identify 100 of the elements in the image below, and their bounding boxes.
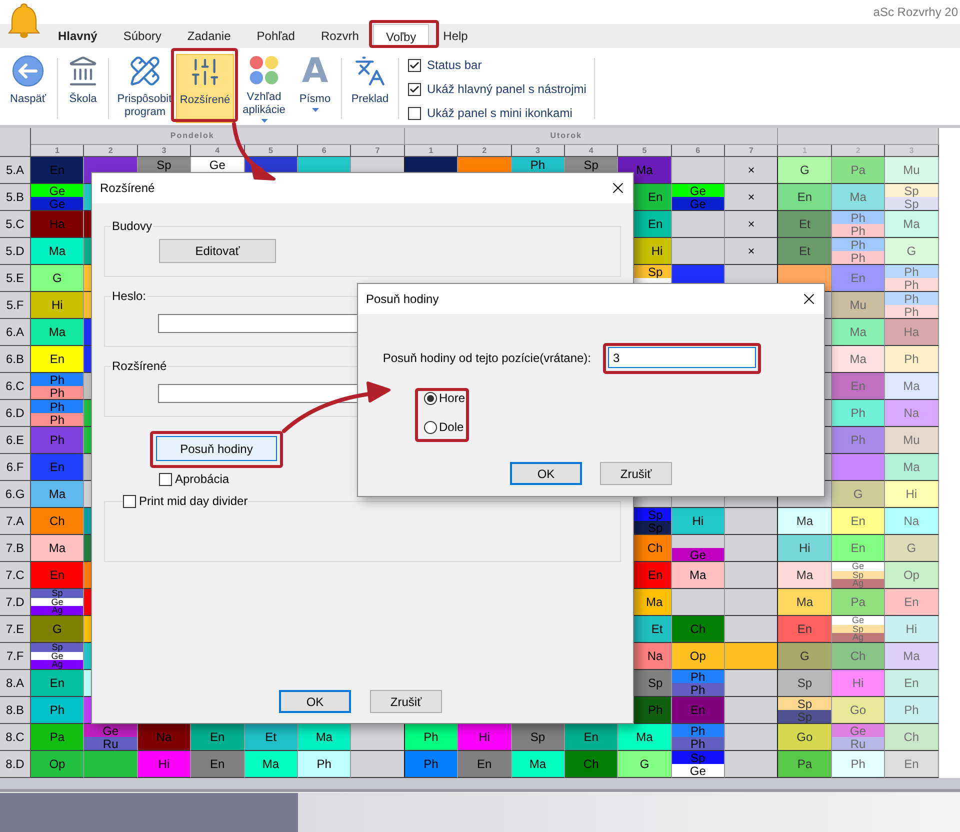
row-header[interactable]: 6.B bbox=[0, 346, 31, 373]
bell-logo-icon[interactable] bbox=[8, 2, 40, 40]
row-header[interactable]: 6.E bbox=[0, 427, 31, 454]
lesson-block[interactable]: Op bbox=[885, 562, 938, 588]
checkbox[interactable] bbox=[408, 82, 421, 96]
row-header[interactable]: 5.F bbox=[0, 292, 31, 319]
radio-button[interactable] bbox=[424, 392, 437, 404]
row-header[interactable]: 7.A bbox=[0, 508, 31, 535]
lesson-block[interactable]: Hi bbox=[885, 616, 938, 642]
radio-button[interactable] bbox=[424, 420, 437, 434]
row-header[interactable]: 6.F bbox=[0, 454, 31, 481]
ribbon-button[interactable]: Vzhľad aplikácie bbox=[234, 54, 294, 123]
lesson-block[interactable]: En bbox=[31, 562, 84, 588]
menu-tab[interactable]: Pohľad bbox=[244, 24, 307, 48]
ribbon-button[interactable]: A Písmo bbox=[294, 54, 336, 123]
row-header[interactable]: 8.A bbox=[0, 670, 31, 697]
lesson-block[interactable]: Go bbox=[832, 697, 884, 723]
row-header[interactable]: 5.E bbox=[0, 265, 31, 292]
dialog-button[interactable]: OK bbox=[510, 462, 582, 485]
checkbox-label[interactable]: Aprobácia bbox=[175, 470, 230, 488]
lesson-block[interactable]: Ch bbox=[31, 508, 84, 534]
row-header[interactable]: 6.C bbox=[0, 373, 31, 400]
lesson-block[interactable]: Ph bbox=[298, 751, 350, 777]
lesson-block[interactable]: Ma bbox=[832, 184, 884, 210]
shift-lessons-button[interactable]: Posuň hodiny bbox=[156, 436, 277, 461]
checkbox-label[interactable]: Print mid day divider bbox=[139, 492, 248, 510]
lesson-block[interactable]: Op bbox=[672, 643, 724, 669]
row-header[interactable]: 8.D bbox=[0, 751, 31, 778]
ribbon-button[interactable]: Preklad bbox=[347, 54, 393, 123]
lesson-block[interactable]: En bbox=[778, 184, 831, 210]
lesson-block[interactable]: Ma bbox=[832, 346, 884, 372]
row-header[interactable]: 6.G bbox=[0, 481, 31, 508]
lesson-block[interactable]: Ma bbox=[672, 562, 724, 588]
lesson-block[interactable]: En bbox=[564, 724, 618, 750]
lesson-block[interactable]: G bbox=[31, 265, 84, 291]
lesson-block[interactable]: G bbox=[618, 751, 671, 777]
lesson-block[interactable]: Ph bbox=[672, 683, 724, 696]
lesson-block[interactable]: Pa bbox=[832, 589, 884, 615]
lesson-block[interactable]: En bbox=[191, 724, 244, 750]
lesson-block[interactable]: Ma bbox=[244, 751, 297, 777]
dialog-button[interactable]: Zrušiť bbox=[370, 690, 442, 713]
row-header[interactable]: 7.D bbox=[0, 589, 31, 616]
lesson-block[interactable]: Sp bbox=[885, 197, 938, 210]
lesson-block[interactable]: Ge bbox=[31, 184, 84, 197]
ribbon-button[interactable]: Naspäť bbox=[4, 54, 52, 123]
lesson-block[interactable]: Ma bbox=[31, 481, 84, 507]
menu-tab[interactable]: Hlavný bbox=[46, 24, 110, 48]
lesson-block[interactable]: Ma bbox=[832, 319, 884, 345]
lesson-block[interactable]: Ph bbox=[885, 697, 938, 723]
checkbox-label[interactable]: Ukáž panel s mini ikonkami bbox=[427, 104, 572, 122]
lesson-block[interactable]: Ph bbox=[31, 697, 84, 723]
lesson-block[interactable]: G bbox=[885, 238, 938, 264]
lesson-block[interactable]: Et bbox=[778, 211, 831, 237]
lesson-block[interactable]: Hi bbox=[458, 724, 511, 750]
lesson-block[interactable]: En bbox=[778, 616, 831, 642]
menu-tab[interactable]: Rozvrh bbox=[308, 24, 371, 48]
lesson-block[interactable]: Ma bbox=[298, 724, 350, 750]
lesson-block[interactable]: Pa bbox=[832, 157, 884, 183]
lesson-block[interactable]: Ph bbox=[885, 305, 938, 318]
row-header[interactable]: 7.F bbox=[0, 643, 31, 670]
lesson-block[interactable]: En bbox=[191, 751, 244, 777]
row-header[interactable]: 6.A bbox=[0, 319, 31, 346]
lesson-block[interactable]: Ph bbox=[404, 724, 458, 750]
lesson-block[interactable]: Ph bbox=[31, 400, 84, 413]
row-header[interactable]: 6.D bbox=[0, 400, 31, 427]
lesson-block[interactable]: Ch bbox=[885, 724, 938, 750]
lesson-block[interactable]: Ma bbox=[512, 751, 564, 777]
row-header[interactable]: 7.E bbox=[0, 616, 31, 643]
lesson-block[interactable]: Na bbox=[885, 508, 938, 534]
lesson-block[interactable]: Hi bbox=[672, 508, 724, 534]
lesson-block[interactable]: Ma bbox=[31, 238, 84, 264]
radio-label[interactable]: Dole bbox=[439, 418, 464, 436]
lesson-block[interactable]: Ph bbox=[672, 724, 724, 737]
lesson-block[interactable]: En bbox=[885, 670, 938, 696]
lesson-block[interactable]: G bbox=[885, 535, 938, 561]
lesson-block[interactable]: Ma bbox=[885, 211, 938, 237]
menu-tab[interactable]: Zadanie bbox=[175, 24, 243, 48]
lesson-block[interactable]: Ph bbox=[885, 346, 938, 372]
ribbon-button[interactable]: Rozšírené bbox=[176, 54, 234, 123]
lesson-block[interactable]: Ma bbox=[31, 535, 84, 561]
lesson-block[interactable]: G bbox=[778, 157, 831, 183]
lesson-block[interactable]: Ge bbox=[672, 184, 724, 197]
lesson-block[interactable]: Ph bbox=[404, 751, 458, 777]
lesson-block[interactable]: Ph bbox=[832, 751, 884, 777]
lesson-block[interactable]: Ph bbox=[31, 386, 84, 399]
lesson-block[interactable]: En bbox=[885, 751, 938, 777]
lesson-block[interactable]: Et bbox=[778, 238, 831, 264]
lesson-block[interactable]: G bbox=[31, 616, 84, 642]
lesson-block[interactable]: Ph bbox=[31, 373, 84, 386]
row-header[interactable]: 7.C bbox=[0, 562, 31, 589]
lesson-block[interactable]: Ph bbox=[672, 737, 724, 750]
lesson-block[interactable]: Hi bbox=[31, 292, 84, 318]
lesson-block[interactable]: Sp bbox=[31, 643, 84, 652]
lesson-block[interactable]: Ma bbox=[618, 724, 671, 750]
lesson-block[interactable]: Go bbox=[778, 724, 831, 750]
row-header[interactable]: 7.B bbox=[0, 535, 31, 562]
menu-tab[interactable]: Súbory bbox=[111, 24, 174, 48]
checkbox-label[interactable]: Ukáž hlavný panel s nástrojmi bbox=[427, 80, 586, 98]
lesson-block[interactable]: Ge bbox=[84, 724, 137, 737]
scrollbar-track[interactable] bbox=[0, 792, 960, 832]
